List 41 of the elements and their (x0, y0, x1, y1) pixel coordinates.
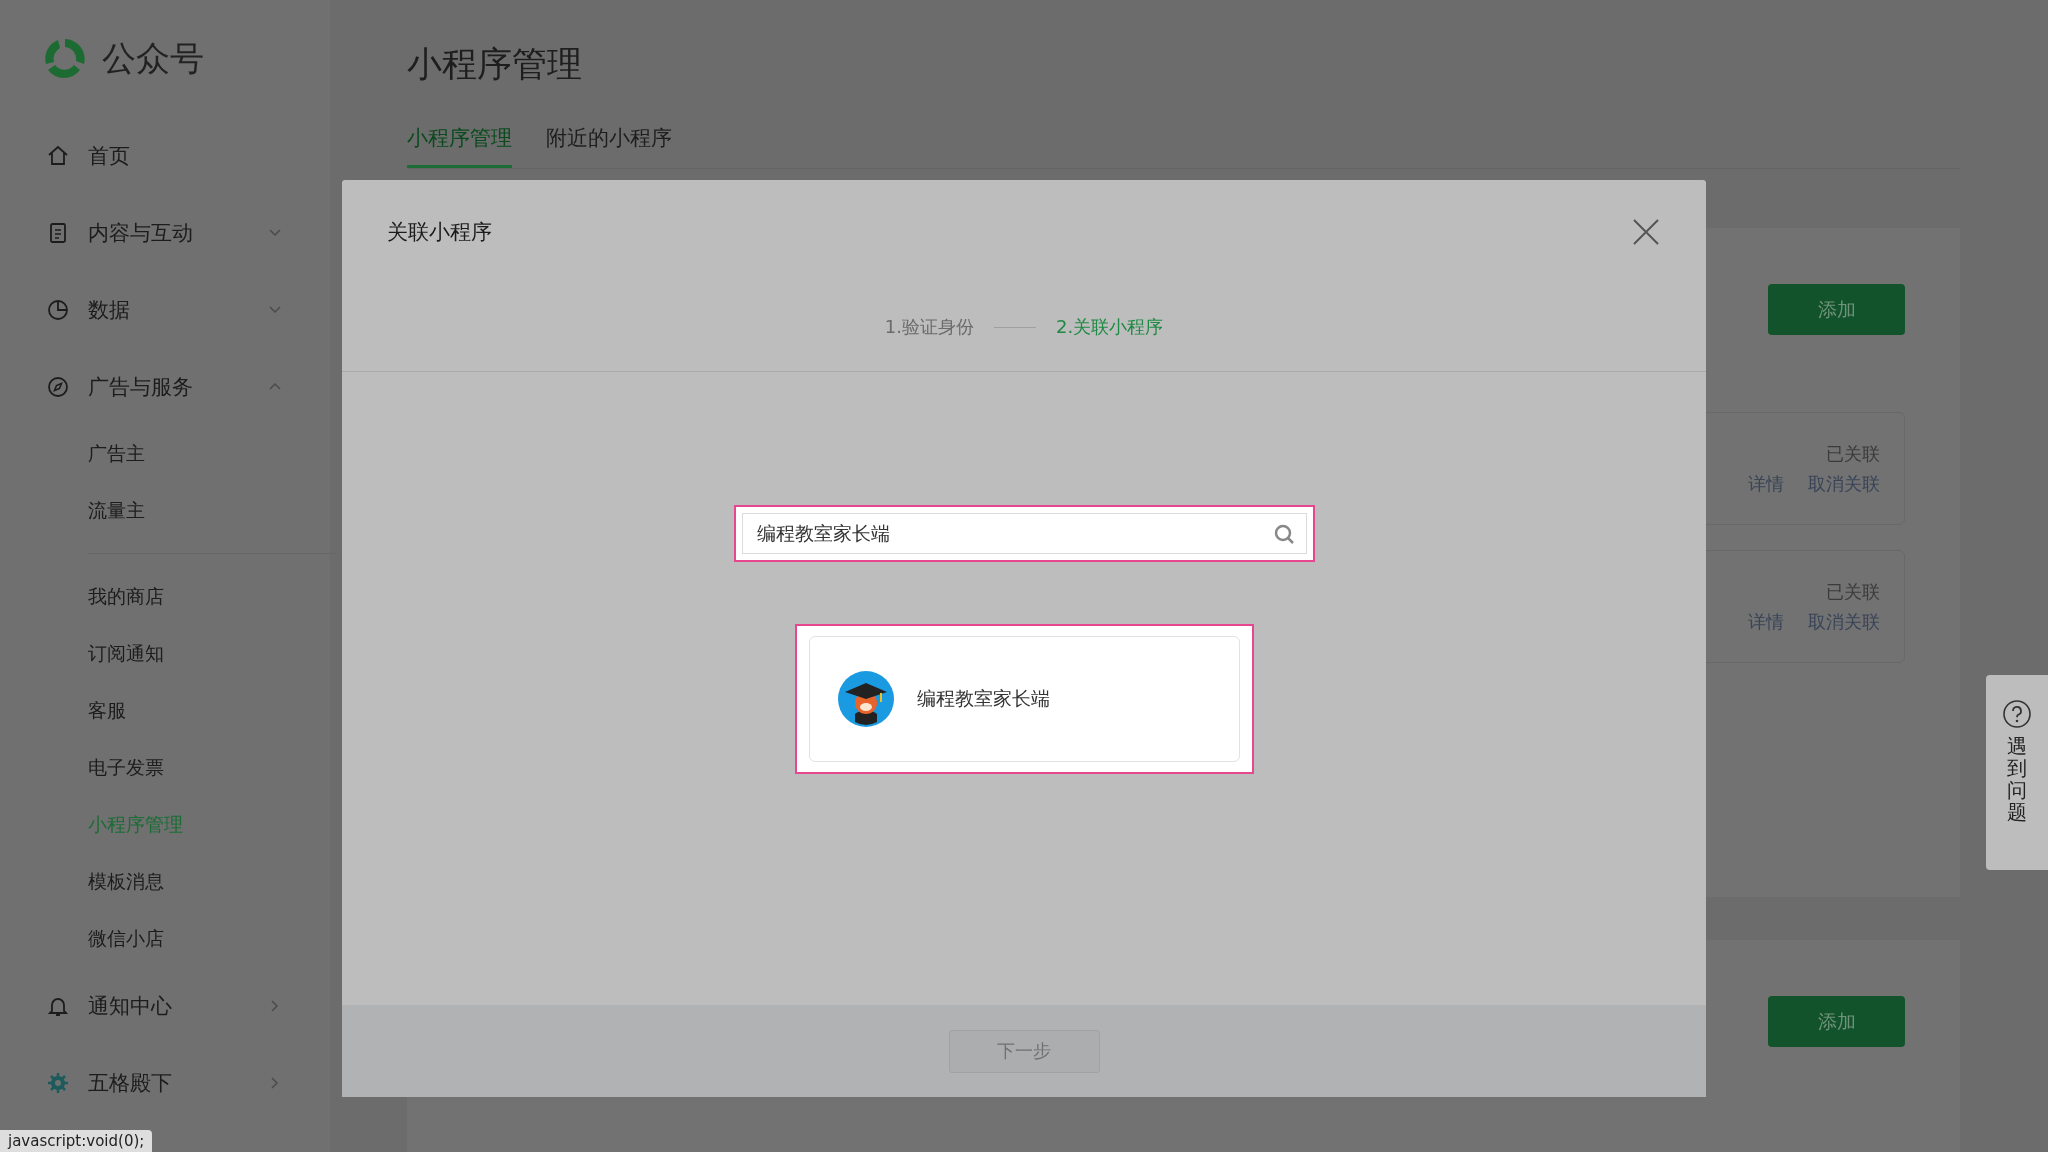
status-link-url: javascript:void(0); (0, 1130, 153, 1152)
modal-title: 关联小程序 (387, 218, 492, 246)
sidebar-item[interactable]: 广告与服务 (40, 348, 285, 425)
sidebar-subitem[interactable]: 微信小店 (40, 910, 164, 967)
search-icon[interactable] (1272, 522, 1295, 545)
sidebar-item[interactable]: 内容与互动 (40, 194, 285, 271)
help-icon (2002, 699, 2032, 729)
add-button[interactable]: 添加 (1768, 284, 1905, 335)
sidebar-subitem[interactable]: 广告主 (40, 425, 145, 482)
gear-icon (46, 1070, 70, 1095)
sidebar-subitem[interactable]: 订阅通知 (40, 625, 164, 682)
result-name: 编程教室家长端 (916, 686, 1050, 711)
tab[interactable]: 小程序管理 (407, 124, 512, 168)
sidebar-subitem[interactable]: 流量主 (40, 482, 145, 539)
add-button[interactable]: 添加 (1768, 996, 1905, 1047)
sidebar-item[interactable]: 数据 (40, 271, 285, 348)
sidebar-item[interactable]: 首页 (40, 117, 285, 194)
tab[interactable]: 附近的小程序 (546, 124, 672, 168)
help-tab[interactable]: 遇到问题 (1986, 675, 2048, 870)
chevron-right-icon (271, 1076, 278, 1089)
fox-avatar-drawing (836, 670, 895, 728)
chevron-right-icon (271, 999, 278, 1012)
compass-icon (46, 374, 70, 399)
sidebar-item[interactable]: 通知中心 (40, 967, 285, 1044)
page-title: 小程序管理 (407, 42, 582, 86)
home-icon (46, 143, 70, 168)
result-item[interactable]: 编程教室家长端 (794, 624, 1254, 774)
sidebar-subitem[interactable]: 我的商店 (40, 568, 164, 625)
step-label: 2.关联小程序 (1056, 315, 1164, 339)
logo-text: 公众号 (102, 36, 204, 80)
chevron-down-icon (269, 306, 281, 313)
sidebar-item[interactable]: 五格殿下 (40, 1044, 285, 1121)
close-button[interactable] (1631, 216, 1661, 247)
sidebar-subitem[interactable]: 电子发票 (40, 739, 164, 796)
pie-chart-icon (46, 297, 70, 322)
step-label: 1.验证身份 (884, 315, 974, 339)
chevron-up-icon (269, 383, 281, 390)
sidebar-subitem[interactable]: 客服 (40, 682, 126, 739)
search-field[interactable]: 编程教室家长端 (741, 513, 1307, 554)
sidebar-subitem[interactable]: 模板消息 (40, 853, 164, 910)
chevron-down-icon (269, 229, 281, 236)
